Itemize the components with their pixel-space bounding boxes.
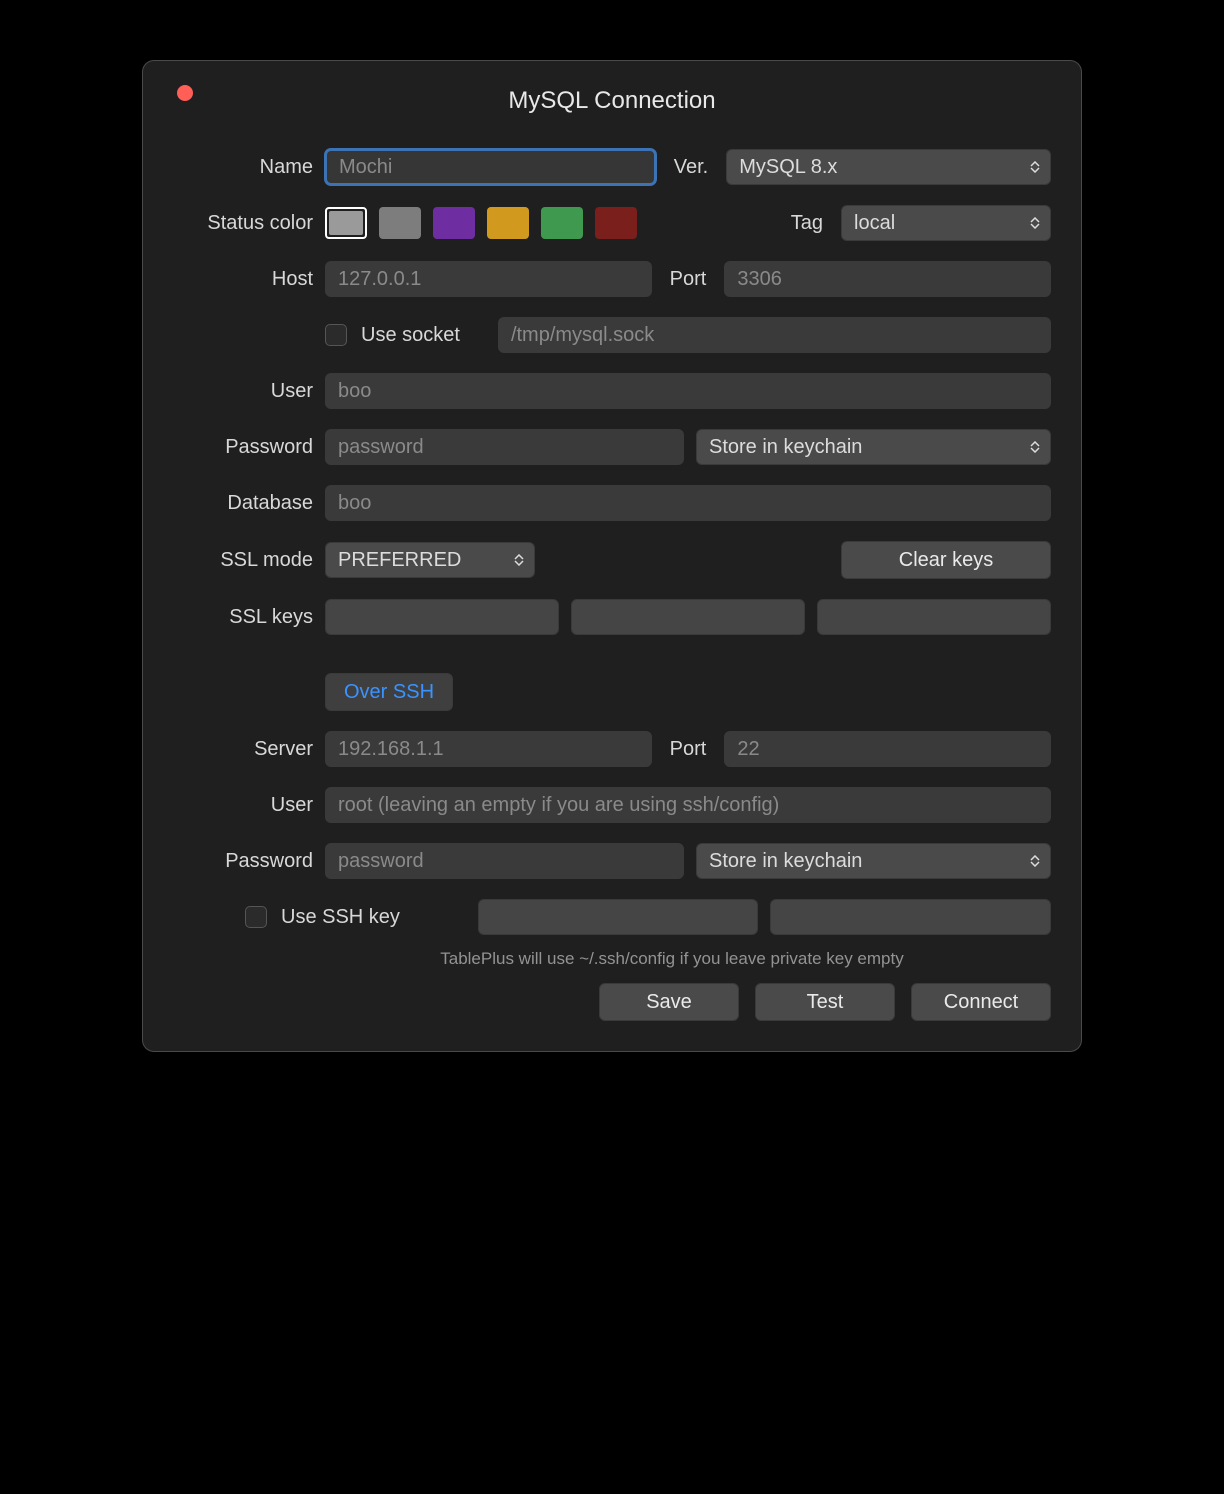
version-value: MySQL 8.x bbox=[739, 156, 837, 179]
label-ssl-mode: SSL mode bbox=[173, 549, 313, 572]
chevron-updown-icon bbox=[1028, 161, 1042, 173]
status-color-swatch[interactable] bbox=[433, 207, 475, 239]
dialog-title: MySQL Connection bbox=[508, 87, 715, 115]
socket-input[interactable] bbox=[498, 317, 1051, 353]
status-color-swatch[interactable] bbox=[487, 207, 529, 239]
label-password: Password bbox=[173, 436, 313, 459]
tag-select[interactable]: local bbox=[841, 205, 1051, 241]
ssh-key-path-2[interactable] bbox=[770, 899, 1051, 935]
ssh-password-store-value: Store in keychain bbox=[709, 850, 862, 873]
ssh-key-hint: TablePlus will use ~/.ssh/config if you … bbox=[173, 949, 1051, 969]
chevron-updown-icon bbox=[1028, 441, 1042, 453]
status-color-swatch[interactable] bbox=[325, 207, 367, 239]
save-button[interactable]: Save bbox=[599, 983, 739, 1021]
ssh-password-store-select[interactable]: Store in keychain bbox=[696, 843, 1051, 879]
version-select[interactable]: MySQL 8.x bbox=[726, 149, 1051, 185]
test-button[interactable]: Test bbox=[755, 983, 895, 1021]
status-color-swatch[interactable] bbox=[541, 207, 583, 239]
status-color-swatch[interactable] bbox=[595, 207, 637, 239]
label-use-socket: Use socket bbox=[359, 324, 466, 347]
connect-button[interactable]: Connect bbox=[911, 983, 1051, 1021]
label-database: Database bbox=[173, 492, 313, 515]
label-tag: Tag bbox=[785, 212, 829, 235]
label-ssh-server: Server bbox=[173, 738, 313, 761]
tag-value: local bbox=[854, 212, 895, 235]
status-color-swatches bbox=[325, 207, 637, 239]
ssl-mode-value: PREFERRED bbox=[338, 549, 461, 572]
ssl-key-2[interactable] bbox=[571, 599, 805, 635]
label-host: Host bbox=[173, 268, 313, 291]
password-input[interactable] bbox=[325, 429, 684, 465]
use-socket-checkbox[interactable] bbox=[325, 324, 347, 346]
ssl-key-1[interactable] bbox=[325, 599, 559, 635]
label-name: Name bbox=[173, 156, 313, 179]
over-ssh-button[interactable]: Over SSH bbox=[325, 673, 453, 711]
label-ssh-port: Port bbox=[664, 738, 713, 761]
label-user: User bbox=[173, 380, 313, 403]
ssh-user-input[interactable] bbox=[325, 787, 1051, 823]
clear-keys-button[interactable]: Clear keys bbox=[841, 541, 1051, 579]
connection-dialog: MySQL Connection Name Ver. MySQL 8.x Sta… bbox=[142, 60, 1082, 1052]
status-color-swatch[interactable] bbox=[379, 207, 421, 239]
label-ssh-user: User bbox=[173, 794, 313, 817]
ssh-server-input[interactable] bbox=[325, 731, 652, 767]
chevron-updown-icon bbox=[1028, 217, 1042, 229]
ssh-port-input[interactable] bbox=[724, 731, 1051, 767]
label-port: Port bbox=[664, 268, 713, 291]
database-input[interactable] bbox=[325, 485, 1051, 521]
port-input[interactable] bbox=[724, 261, 1051, 297]
use-ssh-key-checkbox[interactable] bbox=[245, 906, 267, 928]
ssl-key-3[interactable] bbox=[817, 599, 1051, 635]
close-icon[interactable] bbox=[177, 85, 193, 101]
password-store-value: Store in keychain bbox=[709, 436, 862, 459]
label-ssl-keys: SSL keys bbox=[173, 606, 313, 629]
label-ssh-password: Password bbox=[173, 850, 313, 873]
chevron-updown-icon bbox=[512, 554, 526, 566]
ssl-mode-select[interactable]: PREFERRED bbox=[325, 542, 535, 578]
password-store-select[interactable]: Store in keychain bbox=[696, 429, 1051, 465]
titlebar: MySQL Connection bbox=[173, 79, 1051, 123]
label-use-ssh-key: Use SSH key bbox=[279, 906, 406, 929]
chevron-updown-icon bbox=[1028, 855, 1042, 867]
name-input[interactable] bbox=[325, 149, 656, 185]
ssh-key-path-1[interactable] bbox=[478, 899, 759, 935]
user-input[interactable] bbox=[325, 373, 1051, 409]
host-input[interactable] bbox=[325, 261, 652, 297]
label-version: Ver. bbox=[668, 156, 714, 179]
label-status-color: Status color bbox=[173, 212, 313, 235]
ssh-password-input[interactable] bbox=[325, 843, 684, 879]
